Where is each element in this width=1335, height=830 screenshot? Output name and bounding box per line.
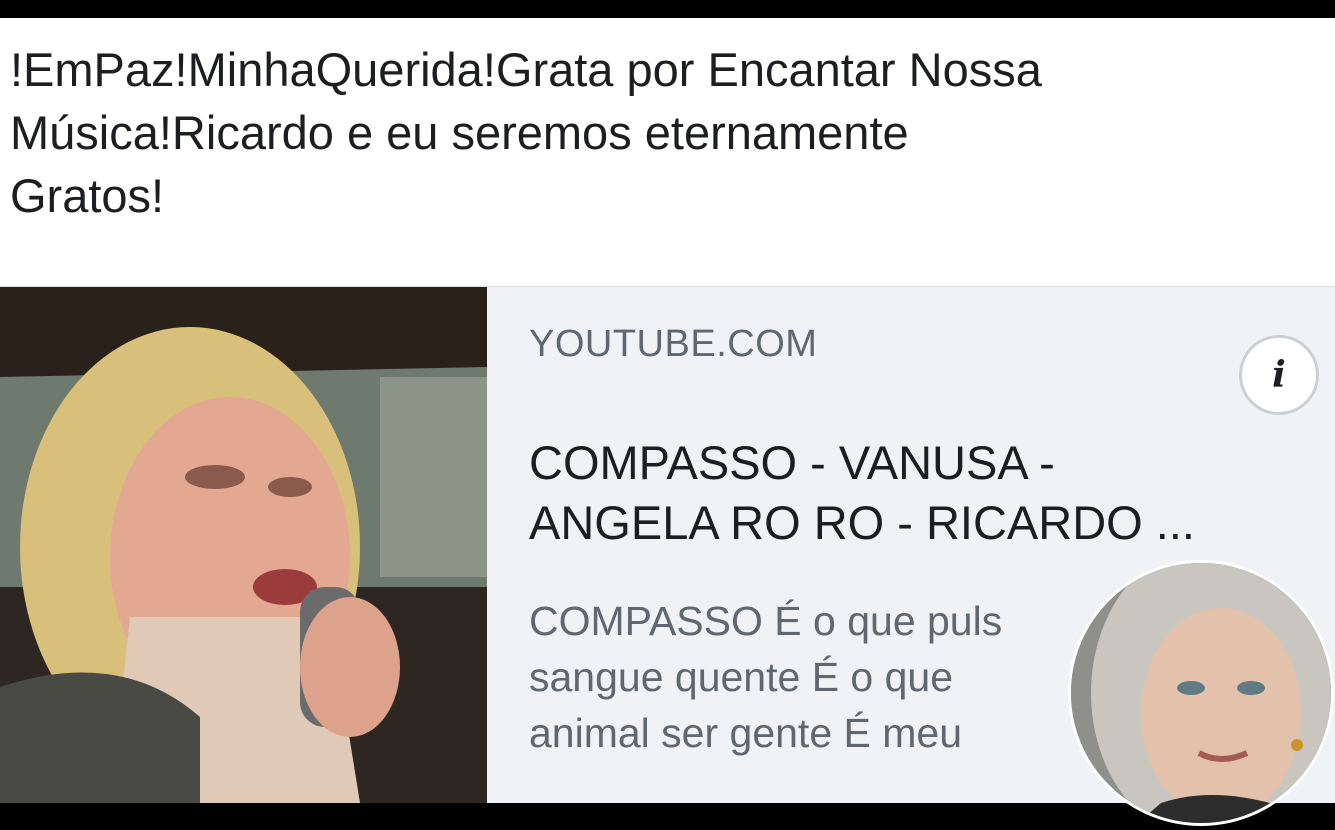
- video-thumbnail[interactable]: [0, 287, 487, 803]
- link-domain: YOUTUBE.COM: [529, 323, 818, 365]
- post-text-line: Gratos!: [10, 169, 165, 222]
- info-glyph: i: [1272, 354, 1286, 396]
- link-title-line: ANGELA RO RO - RICARDO ...: [529, 496, 1195, 549]
- post-text: !EmPaz!MinhaQuerida!Grata por Encantar N…: [10, 38, 1320, 227]
- portrait-image: [1071, 563, 1331, 823]
- info-icon[interactable]: i: [1239, 335, 1319, 415]
- link-title-line: COMPASSO - VANUSA -: [529, 436, 1055, 489]
- portrait-avatar: [1068, 560, 1334, 826]
- post-text-line: Música!Ricardo e eu seremos eternamente: [10, 106, 909, 159]
- post-text-line: !EmPaz!MinhaQuerida!Grata por Encantar N…: [10, 43, 1042, 96]
- link-title[interactable]: COMPASSO - VANUSA - ANGELA RO RO - RICAR…: [529, 433, 1309, 553]
- video-thumbnail-image: [0, 287, 487, 803]
